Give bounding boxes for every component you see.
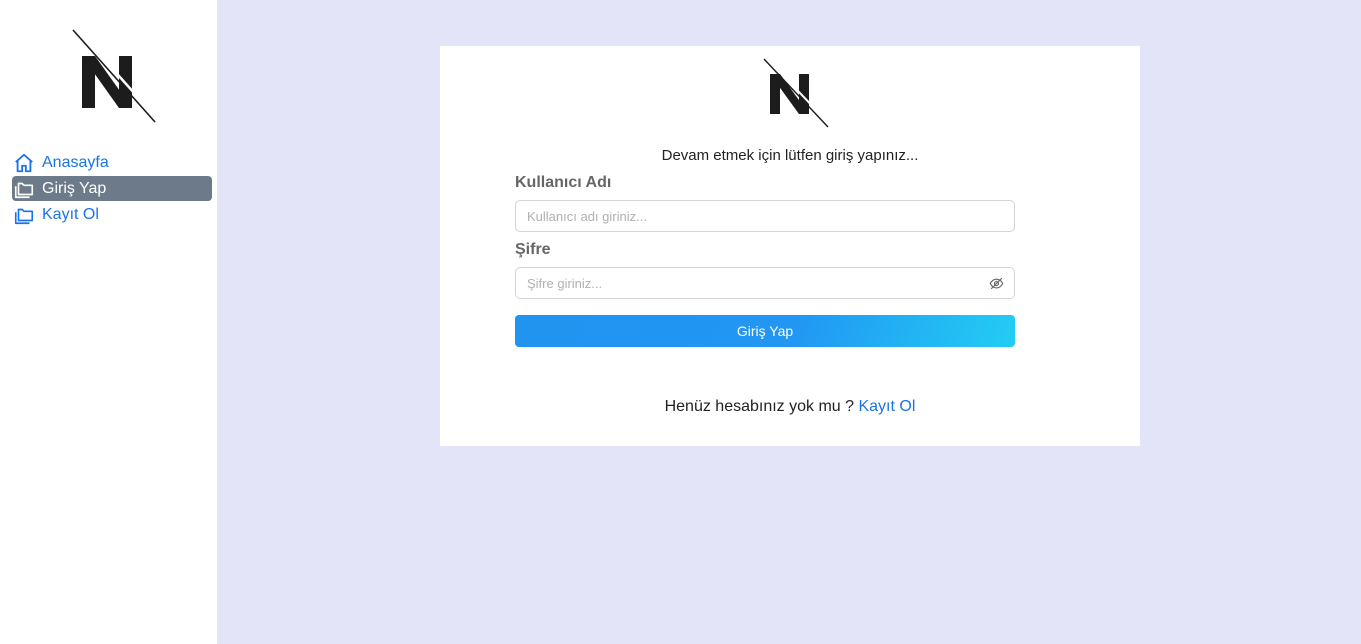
sidebar-nav: Anasayfa Giriş Yap Kayıt Ol <box>12 150 212 228</box>
sidebar-item-label: Giriş Yap <box>42 179 107 197</box>
sidebar-item-label: Anasayfa <box>42 153 109 171</box>
login-prompt: Devam etmek için lütfen giriş yapınız... <box>661 147 919 164</box>
password-field-wrap <box>515 267 1015 299</box>
folders-icon <box>12 203 36 227</box>
brand-logo <box>763 58 830 128</box>
sidebar: Anasayfa Giriş Yap Kayıt Ol <box>0 0 217 644</box>
login-button[interactable]: Giriş Yap <box>515 315 1015 347</box>
signup-prompt-line: Henüz hesabınız yok mu ? Kayıt Ol <box>440 398 1140 416</box>
folders-icon <box>12 177 36 201</box>
password-input[interactable] <box>515 267 1015 299</box>
signup-link[interactable]: Kayıt Ol <box>858 398 915 415</box>
login-card: Devam etmek için lütfen giriş yapınız...… <box>440 46 1140 446</box>
password-label: Şifre <box>515 241 551 258</box>
sidebar-item-kayit-ol[interactable]: Kayıt Ol <box>12 202 212 227</box>
username-field-wrap <box>515 200 1015 232</box>
sidebar-item-label: Kayıt Ol <box>42 205 99 223</box>
sidebar-item-anasayfa[interactable]: Anasayfa <box>12 150 212 175</box>
signup-prompt-text: Henüz hesabınız yok mu ? <box>664 398 855 415</box>
username-label: Kullanıcı Adı <box>515 174 612 191</box>
username-input[interactable] <box>515 200 1015 232</box>
main-content: Devam etmek için lütfen giriş yapınız...… <box>217 0 1361 644</box>
brand-logo[interactable] <box>70 28 158 124</box>
login-form: Kullanıcı Adı Şifre Giriş Yap <box>515 174 1015 347</box>
sidebar-item-giris-yap[interactable]: Giriş Yap <box>12 176 212 201</box>
eye-slash-icon[interactable] <box>988 275 1004 291</box>
home-icon <box>12 151 36 175</box>
